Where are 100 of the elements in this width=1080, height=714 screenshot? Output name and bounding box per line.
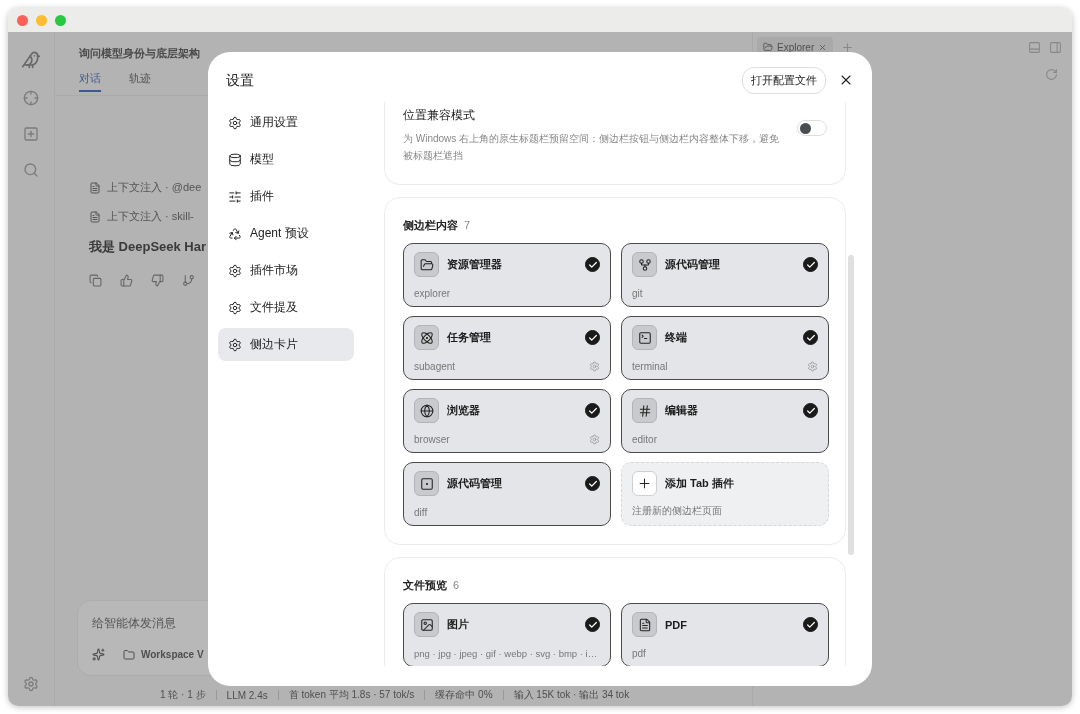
message-placeholder: 给智能体发消息 — [92, 615, 176, 632]
search-icon[interactable] — [23, 162, 39, 178]
sidebar-tab-tile[interactable]: 终端 terminal — [621, 316, 829, 380]
section-title: 侧边栏内容 — [403, 218, 458, 233]
file-icon — [89, 210, 101, 223]
sidebar-tab-tile[interactable]: 源代码管理 git — [621, 243, 829, 307]
crosshair-icon[interactable] — [23, 90, 39, 106]
workspace-label[interactable]: Workspace V — [141, 649, 204, 660]
folder-icon — [414, 252, 439, 277]
plus-icon[interactable] — [841, 40, 855, 54]
status-text: 输入 15K tok · 输出 34 tok — [513, 688, 630, 702]
status-text: 首 token 平均 1.8s · 57 tok/s — [288, 688, 415, 702]
tile-title: 图片 — [447, 617, 470, 632]
nav-item[interactable]: 插件市场 — [218, 254, 354, 287]
thumbs-down-icon[interactable] — [151, 274, 164, 287]
dialog-title: 设置 — [226, 72, 255, 90]
plus-icon — [632, 471, 657, 496]
nav-item[interactable]: 文件提及 — [218, 291, 354, 324]
nav-item[interactable]: Agent 预设 — [218, 217, 354, 250]
nav-item[interactable]: 插件 — [218, 180, 354, 213]
panel-bottom-icon[interactable] — [1028, 40, 1041, 54]
settings-icon — [228, 300, 242, 315]
branch-icon — [632, 252, 657, 277]
tile-subtitle: pdf — [632, 648, 646, 659]
context-line: 上下文注入 · @dee — [107, 180, 202, 195]
tile-title: 终端 — [665, 330, 688, 345]
settings-icon[interactable] — [589, 434, 600, 445]
tile-title: 任务管理 — [447, 330, 492, 345]
recycle-icon — [228, 226, 242, 241]
branch-icon[interactable] — [182, 274, 195, 287]
terminal-icon — [632, 325, 657, 350]
toggle-switch[interactable] — [797, 120, 827, 136]
sidebar-tab-tile[interactable]: 任务管理 subagent — [403, 316, 611, 380]
database-icon — [228, 152, 242, 167]
panel-right-icon[interactable] — [1049, 40, 1062, 54]
close-window-button[interactable] — [17, 14, 28, 26]
setting-description: 为 Windows 右上角的原生标题栏预留空间：侧边栏按钮与侧边栏内容整体下移，避免被标题栏遮挡 — [403, 132, 781, 163]
tile-subtitle: git — [632, 288, 643, 299]
new-chat-icon[interactable] — [23, 126, 39, 142]
check-icon[interactable] — [585, 257, 600, 272]
nav-label: Agent 预设 — [250, 225, 309, 242]
zoom-window-button[interactable] — [55, 14, 66, 26]
tab[interactable]: 对话 — [79, 71, 101, 92]
check-icon[interactable] — [585, 476, 600, 491]
sidebar-tab-tile[interactable]: 源代码管理 diff — [403, 462, 611, 526]
tile-subtitle: diff — [414, 507, 428, 518]
tile-subtitle: subagent — [414, 361, 456, 372]
tab[interactable]: 轨迹 — [129, 71, 151, 92]
nav-item[interactable]: 模型 — [218, 143, 354, 176]
sparkle-icon[interactable] — [92, 648, 105, 661]
check-icon[interactable] — [585, 403, 600, 418]
file-icon — [632, 612, 657, 637]
add-tab-tile[interactable]: 添加 Tab 插件 注册新的侧边栏页面 — [621, 462, 829, 526]
minimize-window-button[interactable] — [36, 14, 47, 26]
settings-icon[interactable] — [589, 361, 600, 372]
check-icon[interactable] — [585, 617, 600, 632]
bird-logo-icon — [21, 50, 41, 70]
globe-icon — [414, 398, 439, 423]
context-line: 上下文注入 · skill- — [107, 209, 194, 224]
refresh-icon[interactable] — [1045, 68, 1058, 81]
settings-icon — [228, 115, 242, 130]
nav-label: 插件 — [250, 188, 274, 205]
check-icon[interactable] — [803, 330, 818, 345]
sidebar-tab-tile[interactable]: 浏览器 browser — [403, 389, 611, 453]
tile-subtitle: editor — [632, 434, 657, 445]
tile-title: 源代码管理 — [447, 476, 503, 491]
folder-icon — [123, 648, 135, 661]
settings-icon[interactable] — [807, 361, 818, 372]
check-icon[interactable] — [803, 617, 818, 632]
tile-subtitle: 注册新的侧边栏页面 — [632, 504, 722, 518]
atom-icon — [414, 325, 439, 350]
section-title: 文件预览 — [403, 578, 447, 593]
reply-text: 我是 DeepSeek Har — [89, 238, 208, 256]
nav-item[interactable]: 通用设置 — [218, 106, 354, 139]
chat-title: 询问模型身份与底层架构 — [79, 46, 201, 61]
tile-title: PDF — [665, 618, 688, 631]
sidebar-tab-tile[interactable]: PDF pdf — [621, 603, 829, 666]
copy-icon[interactable] — [89, 274, 102, 287]
nav-label: 通用设置 — [250, 114, 298, 131]
hash-icon — [632, 398, 657, 423]
open-config-button[interactable]: 打开配置文件 — [742, 66, 826, 94]
tile-subtitle: browser — [414, 434, 450, 445]
tile-title: 资源管理器 — [447, 257, 503, 272]
file-icon — [89, 181, 101, 194]
settings-icon — [228, 263, 242, 278]
scrollbar[interactable] — [848, 255, 854, 555]
tile-title: 添加 Tab 插件 — [665, 476, 735, 491]
nav-label: 文件提及 — [250, 299, 298, 316]
sidebar-tab-tile[interactable]: 图片 png · jpg · jpeg · gif · webp · svg · bmp · i… — [403, 603, 611, 666]
sidebar-tab-tile[interactable]: 编辑器 editor — [621, 389, 829, 453]
section-count: 7 — [464, 219, 471, 231]
nav-label: 插件市场 — [250, 262, 298, 279]
settings-icon[interactable] — [23, 676, 39, 692]
check-icon[interactable] — [803, 403, 818, 418]
sidebar-tab-tile[interactable]: 资源管理器 explorer — [403, 243, 611, 307]
check-icon[interactable] — [585, 330, 600, 345]
check-icon[interactable] — [803, 257, 818, 272]
nav-item[interactable]: 侧边卡片 — [218, 328, 354, 361]
thumbs-up-icon[interactable] — [120, 274, 133, 287]
setting-title: 位置兼容模式 — [403, 107, 476, 124]
